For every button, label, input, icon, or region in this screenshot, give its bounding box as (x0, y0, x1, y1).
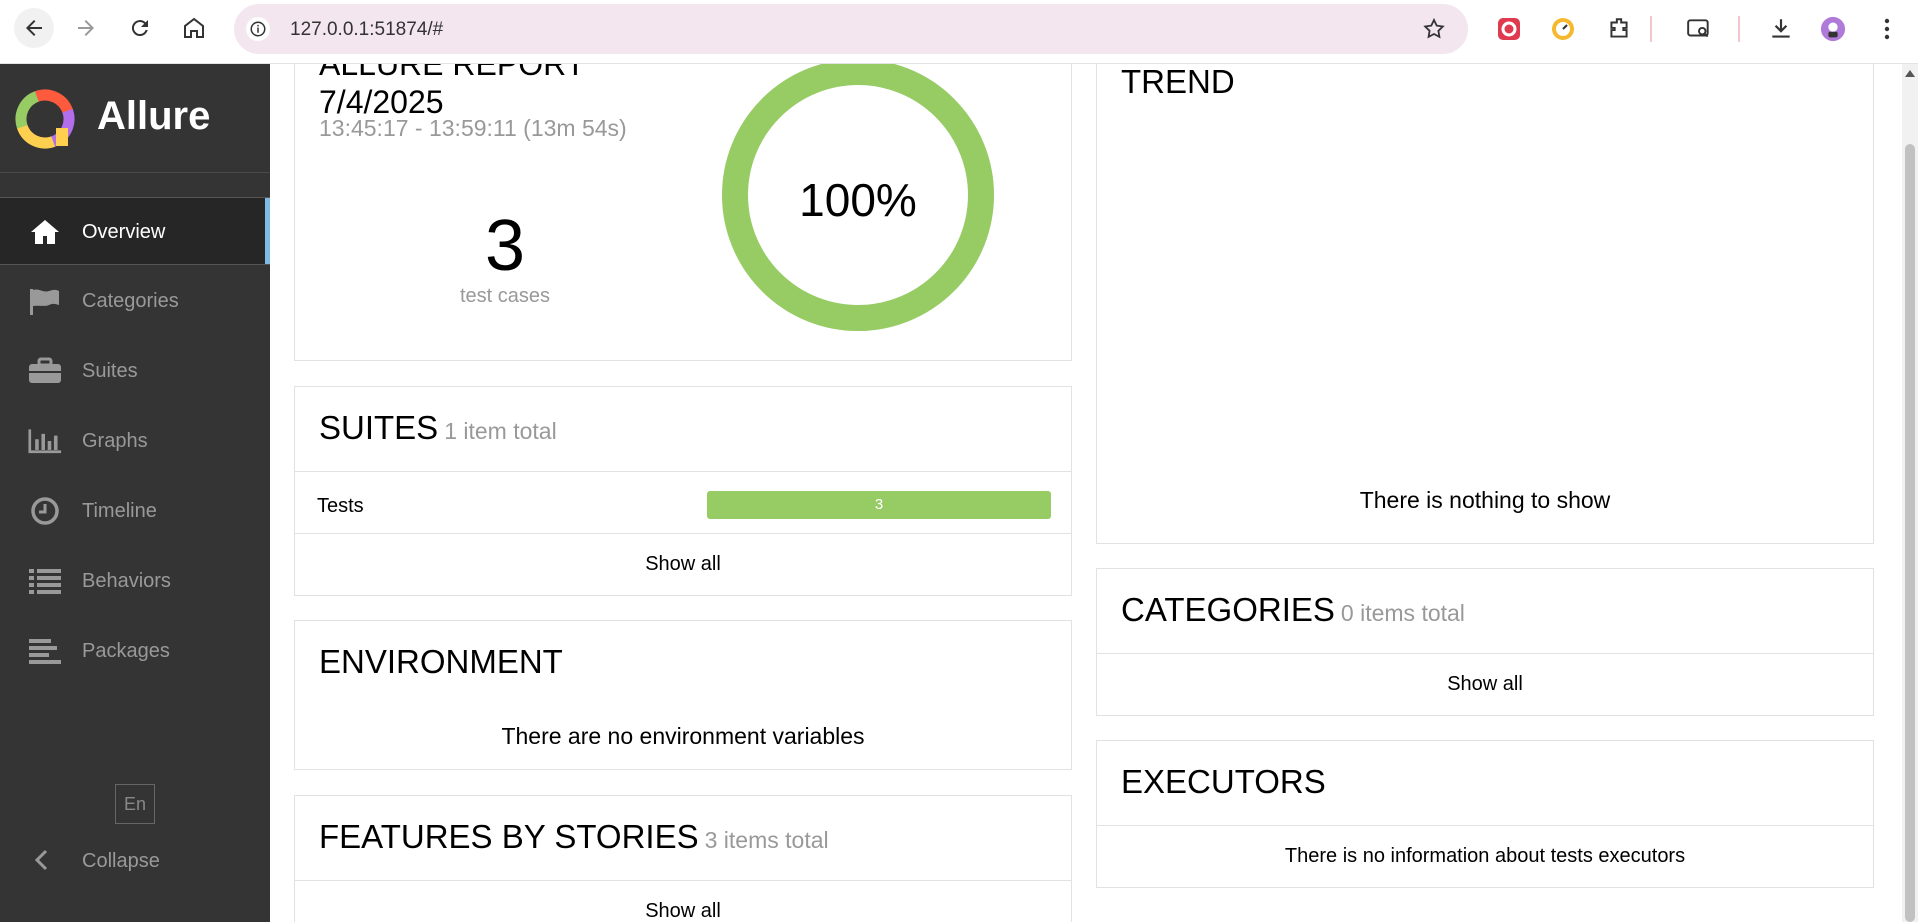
trend-title: TREND (1121, 64, 1235, 100)
divider (1097, 825, 1873, 826)
suites-show-all-link[interactable]: Show all (295, 553, 1071, 576)
features-show-all-link[interactable]: Show all (295, 900, 1071, 922)
arrow-right-icon (78, 20, 94, 36)
suites-title-text: SUITES (319, 409, 439, 446)
forward-button[interactable] (66, 8, 106, 48)
divider (295, 471, 1071, 472)
suites-count: 1 item total (444, 418, 557, 444)
features-widget: FEATURES BY STORIES 3 items total Show al… (294, 795, 1072, 922)
home-icon (184, 17, 204, 38)
sidebar-item-categories[interactable]: Categories (0, 267, 270, 335)
toolbar-divider (1650, 16, 1652, 42)
report-title: ALLURE REPORT 7/4/2025 (319, 64, 585, 121)
pass-rate-text: 100% (799, 174, 917, 226)
trend-widget: TREND There is nothing to show (1096, 64, 1874, 544)
extensions-puzzle-icon[interactable] (1606, 16, 1632, 42)
address-bar[interactable]: 127.0.0.1:51874/# (234, 4, 1468, 54)
arrow-left-icon (26, 20, 42, 36)
divider (1097, 653, 1873, 654)
clock-icon (28, 497, 62, 525)
divider (295, 533, 1071, 534)
sidebar: Allure Overview Categories Suites Graphs… (0, 64, 270, 922)
executors-widget: EXECUTORS There is no information about … (1096, 740, 1874, 888)
environment-empty-text: There are no environment variables (501, 723, 865, 749)
extension-red-icon[interactable] (1496, 16, 1522, 42)
suite-name: Tests (317, 495, 364, 517)
sidebar-item-suites[interactable]: Suites (0, 337, 270, 405)
sidebar-item-graphs[interactable]: Graphs (0, 407, 270, 475)
summary-widget: ALLURE REPORT 7/4/2025 13:45:17 - 13:59:… (294, 64, 1072, 361)
features-title: FEATURES BY STORIES 3 items total (319, 818, 829, 856)
site-info-icon[interactable] (246, 17, 270, 41)
allure-logo[interactable] (14, 88, 76, 150)
report-title-line1: ALLURE REPORT (319, 64, 586, 82)
features-title-text: FEATURES BY STORIES (319, 818, 699, 855)
profile-avatar-icon[interactable] (1820, 16, 1846, 42)
collapse-label: Collapse (82, 850, 160, 872)
home-button[interactable] (174, 8, 214, 48)
bookmark-star-icon[interactable] (1422, 17, 1446, 41)
home-icon (28, 218, 62, 246)
reload-icon (131, 20, 148, 37)
tab-search-icon[interactable] (1686, 16, 1712, 42)
list-icon (28, 567, 62, 595)
main-content: ALLURE REPORT 7/4/2025 13:45:17 - 13:59:… (270, 64, 1902, 922)
environment-title: ENVIRONMENT (319, 643, 563, 680)
sidebar-item-label: Overview (82, 221, 166, 243)
scrollbar-thumb[interactable] (1905, 144, 1915, 922)
features-count: 3 items total (704, 827, 829, 853)
categories-title-text: CATEGORIES (1121, 591, 1335, 628)
reload-button[interactable] (120, 8, 160, 48)
back-button[interactable] (14, 8, 54, 48)
environment-widget: ENVIRONMENT There are no environment var… (294, 620, 1072, 770)
brand-name: Allure (97, 94, 211, 138)
sidebar-item-timeline[interactable]: Timeline (0, 477, 270, 545)
sidebar-item-label: Timeline (82, 500, 157, 522)
categories-count: 0 items total (1340, 600, 1465, 626)
sidebar-item-behaviors[interactable]: Behaviors (0, 547, 270, 615)
url-text: 127.0.0.1:51874/# (290, 19, 444, 40)
sidebar-item-label: Suites (82, 360, 138, 382)
sidebar-item-label: Categories (82, 290, 179, 312)
align-left-icon (28, 637, 62, 665)
language-button[interactable]: En (115, 784, 155, 824)
flag-icon (28, 287, 62, 315)
extension-gauge-icon[interactable] (1550, 16, 1576, 42)
sidebar-item-overview[interactable]: Overview (0, 197, 270, 265)
divider (295, 880, 1071, 881)
executors-title: EXECUTORS (1121, 763, 1326, 800)
report-time-range: 13:45:17 - 13:59:11 (13m 54s) (319, 115, 627, 141)
toolbar-divider (1738, 16, 1740, 42)
suite-status-bar[interactable]: 3 (707, 491, 1051, 519)
suites-widget: SUITES 1 item total Tests 3 Show all (294, 386, 1072, 596)
download-icon[interactable] (1768, 16, 1794, 42)
scroll-up-arrow-icon[interactable] (1905, 70, 1915, 77)
collapse-button[interactable]: Collapse (0, 830, 270, 890)
categories-show-all-link[interactable]: Show all (1097, 673, 1873, 696)
suites-title: SUITES 1 item total (319, 409, 557, 447)
allure-logo-icon (15, 89, 75, 149)
divider (0, 172, 270, 173)
browser-menu-icon[interactable] (1874, 16, 1900, 42)
sidebar-item-label: Graphs (82, 430, 148, 452)
categories-widget: CATEGORIES 0 items total Show all (1096, 568, 1874, 716)
chevron-left-icon (34, 849, 48, 871)
sidebar-item-label: Behaviors (82, 570, 171, 592)
page-scrollbar[interactable] (1902, 64, 1918, 922)
sidebar-item-packages[interactable]: Packages (0, 617, 270, 685)
browser-toolbar: 127.0.0.1:51874/# (0, 0, 1918, 64)
executors-empty-text: There is no information about tests exec… (1284, 845, 1686, 867)
sidebar-item-label: Packages (82, 640, 170, 662)
categories-title: CATEGORIES 0 items total (1121, 591, 1465, 629)
trend-empty-text: There is nothing to show (1359, 487, 1611, 513)
briefcase-icon (28, 357, 62, 385)
bar-chart-icon (28, 427, 62, 455)
test-case-count: 3 (484, 206, 526, 286)
test-case-count-label: test cases (459, 285, 551, 307)
